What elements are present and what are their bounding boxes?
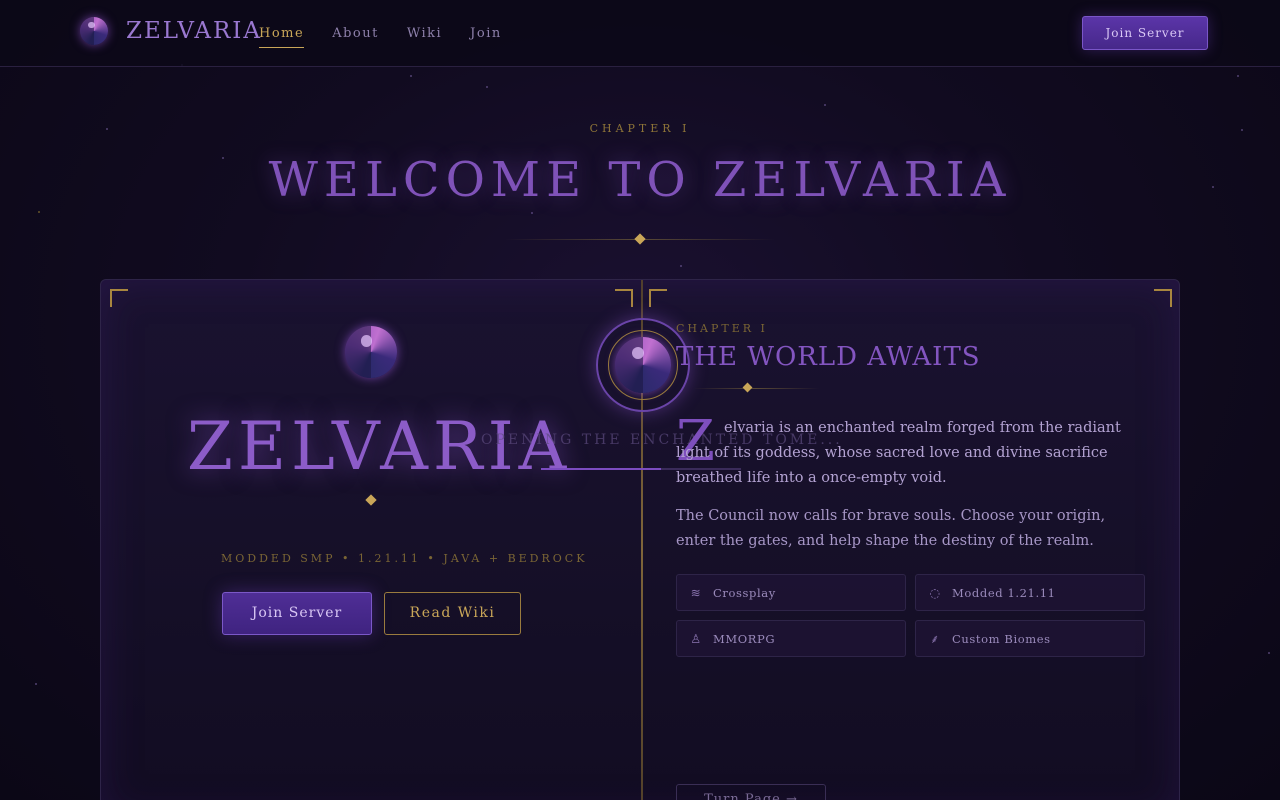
corner-ornament-icon <box>649 289 667 307</box>
feature-label: MMORPG <box>713 631 776 646</box>
feature-custom-biomes: ⸙ Custom Biomes <box>915 620 1145 657</box>
server-info-subtitle: MODDED SMP • 1.21.11 • JAVA + BEDROCK <box>221 552 588 565</box>
feature-modded: ◌ Modded 1.21.11 <box>915 574 1145 611</box>
lightbulb-icon: ◌ <box>929 585 941 600</box>
loading-inner-ring <box>608 330 678 400</box>
feature-label: Crossplay <box>713 585 776 600</box>
enchanted-book: ZELVARIA MODDED SMP • 1.21.11 • JAVA + B… <box>100 279 1180 800</box>
loading-progress-fill <box>541 468 661 470</box>
corner-ornament-icon <box>110 289 128 307</box>
turn-page-button[interactable]: Turn Page → <box>676 784 826 800</box>
read-wiki-button[interactable]: Read Wiki <box>384 592 521 635</box>
nav-link-about[interactable]: About <box>332 26 379 48</box>
diamond-ornament-icon <box>365 494 377 506</box>
right-page-title: THE WORLD AWAITS <box>676 342 981 372</box>
nav-link-wiki[interactable]: Wiki <box>407 26 442 48</box>
feature-crossplay: ≋ Crossplay <box>676 574 906 611</box>
nav-link-home[interactable]: Home <box>259 26 305 48</box>
feature-label: Modded 1.21.11 <box>952 585 1056 600</box>
top-navbar: ZELVARIA Home About Wiki Join Join Serve… <box>0 0 1280 67</box>
brand-logo[interactable]: ZELVARIA <box>80 17 262 45</box>
corner-ornament-icon <box>1154 289 1172 307</box>
user-icon: ♙ <box>690 631 702 646</box>
corner-ornament-icon <box>615 289 633 307</box>
layers-icon: ≋ <box>690 585 702 600</box>
nav-links: Home About Wiki Join <box>259 26 530 48</box>
join-server-nav-button[interactable]: Join Server <box>1082 16 1208 50</box>
brand-name: ZELVARIA <box>126 18 262 44</box>
yin-yang-logo-icon <box>80 17 108 45</box>
hero-title: WELCOME TO ZELVARIA <box>268 152 1012 208</box>
feature-mmorpg: ♙ MMORPG <box>676 620 906 657</box>
nav-link-join[interactable]: Join <box>470 26 502 48</box>
feature-label: Custom Biomes <box>952 631 1051 646</box>
yin-yang-orb-icon <box>345 326 397 378</box>
sprout-icon: ⸙ <box>930 631 940 646</box>
lore-paragraph-2: The Council now calls for brave souls. C… <box>676 508 1106 549</box>
right-page-chapter: CHAPTER I <box>676 322 768 335</box>
diamond-ornament-icon <box>742 382 753 393</box>
right-page-divider <box>693 388 819 389</box>
diamond-ornament-icon <box>634 233 646 245</box>
lore-paragraph-1: elvaria is an enchanted realm forged fro… <box>676 420 1121 486</box>
hero-chapter-label: CHAPTER I <box>589 122 691 135</box>
join-server-button[interactable]: Join Server <box>222 592 372 635</box>
